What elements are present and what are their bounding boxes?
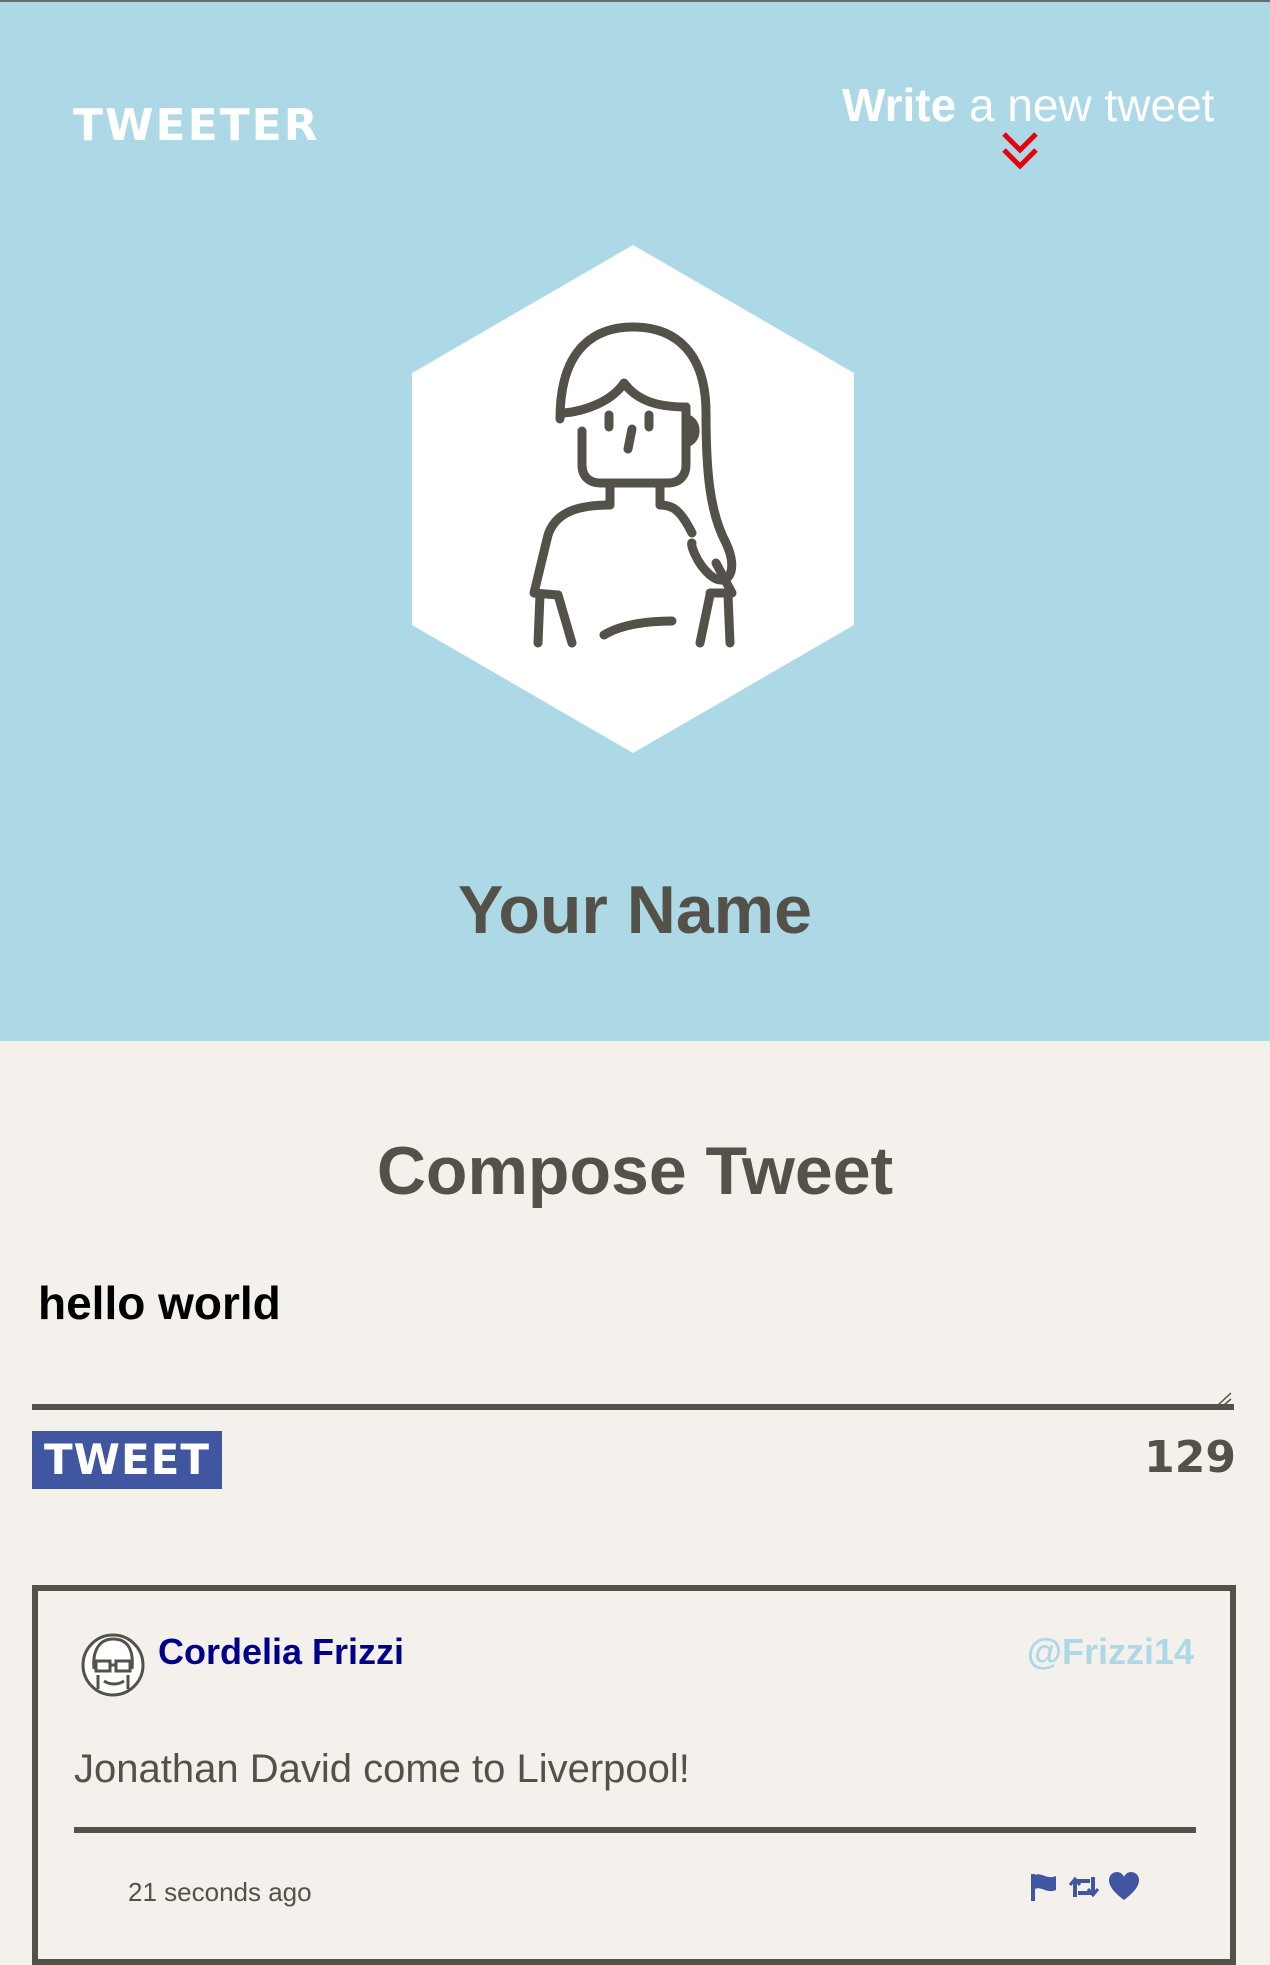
profile-name: Your Name bbox=[458, 872, 812, 948]
profile-header: TWEETER Write a new tweet Your Name bbox=[0, 2, 1270, 1041]
brand-logo[interactable]: TWEETER bbox=[73, 100, 320, 151]
tweet-author-handle[interactable]: @Frizzi14 bbox=[1027, 1631, 1194, 1673]
chevron-double-down-icon[interactable] bbox=[1000, 130, 1040, 174]
retweet-icon[interactable] bbox=[1068, 1871, 1100, 1903]
write-bold-label: Write bbox=[842, 79, 957, 131]
tweet-timestamp: 21 seconds ago bbox=[128, 1877, 312, 1907]
flag-icon[interactable] bbox=[1028, 1871, 1060, 1903]
write-rest-label: a new tweet bbox=[956, 79, 1215, 131]
tweet-author-name[interactable]: Cordelia Frizzi bbox=[158, 1631, 404, 1673]
character-counter: 129 bbox=[1144, 1432, 1236, 1483]
tweet-divider bbox=[74, 1827, 1196, 1833]
tweet-card: Cordelia Frizzi @Frizzi14 Jonathan David… bbox=[32, 1585, 1236, 1965]
tweet-textarea[interactable]: hello world bbox=[32, 1268, 1234, 1410]
girl-avatar-icon bbox=[412, 245, 854, 753]
tweet-actions bbox=[1028, 1871, 1140, 1907]
tweet-text: Jonathan David come to Liverpool! bbox=[74, 1747, 690, 1791]
resize-grip-icon[interactable] bbox=[1216, 1392, 1232, 1406]
tweet-button[interactable]: TWEET bbox=[32, 1431, 222, 1489]
author-avatar-icon bbox=[81, 1633, 145, 1697]
write-new-tweet-link[interactable]: Write a new tweet bbox=[842, 78, 1214, 132]
heart-icon[interactable] bbox=[1108, 1871, 1140, 1903]
compose-title: Compose Tweet bbox=[376, 1133, 894, 1209]
